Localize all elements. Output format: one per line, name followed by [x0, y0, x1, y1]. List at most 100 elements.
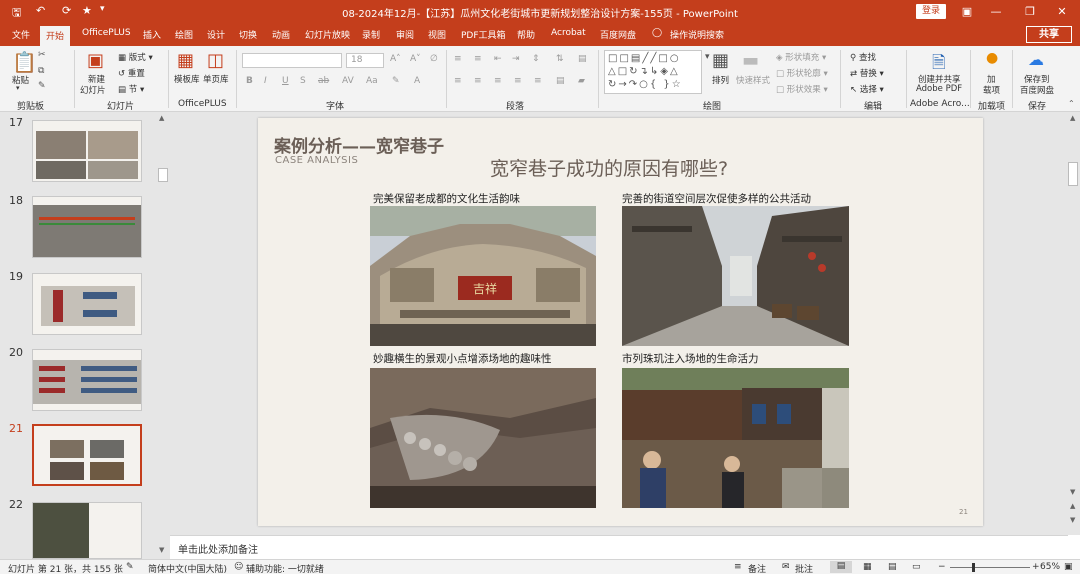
tab-record[interactable]: 录制 — [362, 28, 380, 41]
login-button[interactable]: 登录 — [916, 4, 946, 19]
baidu-drive-label[interactable]: 百度网盘 — [1020, 84, 1054, 96]
notes-placeholder[interactable]: 单击此处添加备注 — [178, 541, 258, 556]
tab-transitions[interactable]: 切换 — [239, 28, 257, 41]
single-page-library-label[interactable]: 单页库 — [203, 73, 229, 85]
single-page-library-icon[interactable]: ◫ — [207, 50, 224, 71]
photo-market[interactable] — [622, 368, 849, 508]
tab-help[interactable]: 帮助 — [517, 28, 535, 41]
shapes-gallery-more-icon[interactable]: ▾ — [705, 52, 710, 62]
new-slide-label-2[interactable]: 幻灯片 — [80, 84, 106, 96]
zoom-slider[interactable] — [950, 567, 1030, 568]
decrease-indent-icon[interactable]: ⇤ — [494, 54, 502, 64]
shape-effects-button[interactable]: □ 形状效果 ▾ — [776, 83, 828, 95]
char-spacing-icon[interactable]: AV — [342, 76, 354, 86]
increase-indent-icon[interactable]: ⇥ — [512, 54, 520, 64]
tab-slideshow[interactable]: 幻灯片放映 — [305, 28, 350, 41]
bullets-icon[interactable]: ≡ — [454, 54, 462, 64]
slide-sorter-icon[interactable]: ▦ — [863, 562, 872, 572]
slide-thumbnail-19[interactable] — [32, 273, 142, 335]
paste-label[interactable]: 粘贴 — [12, 74, 29, 86]
thumbnail-scrollbar[interactable]: ▲ ▼ — [157, 112, 169, 559]
shape-fill-button[interactable]: ◈ 形状填充 ▾ — [776, 51, 826, 63]
template-library-icon[interactable]: ▦ — [177, 50, 194, 71]
reading-view-icon[interactable]: ▤ — [888, 562, 897, 572]
find-button[interactable]: ⚲ 查找 — [850, 51, 876, 63]
tab-insert[interactable]: 插入 — [143, 28, 161, 41]
text-direction-icon[interactable]: ⇅ — [556, 54, 564, 64]
change-case-icon[interactable]: Aa — [366, 76, 378, 86]
decrease-font-icon[interactable]: A˅ — [410, 54, 421, 64]
share-button[interactable]: 共享 — [1026, 26, 1072, 43]
photo-street[interactable] — [622, 206, 849, 346]
tab-pdf-toolbox[interactable]: PDF工具箱 — [461, 28, 506, 41]
tab-acrobat[interactable]: Acrobat — [551, 28, 586, 38]
arrange-icon[interactable]: ▦ — [712, 50, 729, 71]
bold-icon[interactable]: B — [246, 76, 253, 86]
line-spacing-icon[interactable]: ⇕ — [532, 54, 540, 64]
increase-font-icon[interactable]: A˄ — [390, 54, 401, 64]
tab-design[interactable]: 设计 — [207, 28, 225, 41]
spellcheck-icon[interactable]: ✎ — [126, 562, 134, 572]
numbering-icon[interactable]: ≡ — [474, 54, 482, 64]
slide-thumbnail-21[interactable] — [32, 424, 142, 486]
font-name-input[interactable] — [242, 53, 342, 68]
zoom-level[interactable]: 65% — [1040, 562, 1060, 572]
cut-icon[interactable]: ✂ — [38, 50, 46, 60]
comments-icon[interactable]: ✉ — [782, 562, 790, 572]
baidu-cloud-icon[interactable]: ☁ — [1028, 50, 1044, 69]
scroll-down-icon[interactable]: ▼ — [159, 546, 164, 554]
minimize-icon[interactable]: — — [984, 2, 1008, 22]
quick-styles-label[interactable]: 快速样式 — [736, 74, 770, 86]
notes-toggle[interactable]: 备注 — [748, 562, 766, 574]
slideshow-icon[interactable]: ▭ — [912, 562, 921, 572]
slide-thumbnail-22[interactable] — [32, 502, 142, 559]
editor-scrollbar[interactable]: ▲ ▼ ▲ ▼ — [1067, 112, 1080, 535]
new-slide-icon[interactable]: ▣ — [87, 50, 104, 71]
paste-dropdown-icon[interactable]: ▾ — [16, 84, 20, 92]
align-right-icon[interactable]: ≡ — [494, 76, 502, 86]
highlight-icon[interactable]: ✎ — [392, 76, 400, 86]
language-indicator[interactable]: 简体中文(中国大陆) — [148, 562, 227, 574]
clear-format-icon[interactable]: ∅ — [430, 54, 438, 64]
notes-icon[interactable]: ≡ — [734, 562, 742, 572]
replace-button[interactable]: ⇄ 替换 ▾ — [850, 67, 884, 79]
slide-thumbnail-18[interactable] — [32, 196, 142, 258]
copy-icon[interactable]: ⧉ — [38, 66, 44, 76]
tab-baidu[interactable]: 百度网盘 — [600, 28, 636, 41]
tab-view[interactable]: 视图 — [428, 28, 446, 41]
next-slide-icon[interactable]: ▼ — [1070, 516, 1075, 524]
paste-icon[interactable]: 📋 — [12, 50, 37, 74]
slide-thumbnail-20[interactable] — [32, 349, 142, 411]
previous-slide-icon[interactable]: ▲ — [1070, 502, 1075, 510]
restore-icon[interactable]: ❐ — [1018, 2, 1042, 22]
section-button[interactable]: ▤ 节 ▾ — [118, 83, 144, 95]
slide-thumbnail-17[interactable] — [32, 120, 142, 182]
tab-home[interactable]: 开始 — [40, 26, 71, 46]
layout-button[interactable]: ▦ 版式 ▾ — [118, 51, 153, 63]
align-center-icon[interactable]: ≡ — [474, 76, 482, 86]
reset-button[interactable]: ↺ 重置 — [118, 67, 145, 79]
format-painter-icon[interactable]: ✎ — [38, 81, 46, 91]
template-library-label[interactable]: 模板库 — [174, 73, 200, 85]
distributed-icon[interactable]: ≡ — [534, 76, 542, 86]
align-text-icon[interactable]: ▤ — [578, 54, 587, 64]
notes-pane[interactable]: 单击此处添加备注 — [170, 535, 1068, 559]
strikethrough-icon[interactable]: ab — [318, 76, 329, 86]
collapse-ribbon-icon[interactable]: ⌃ — [1068, 99, 1075, 108]
font-size-input[interactable]: 18 — [346, 53, 384, 68]
select-button[interactable]: ↖ 选择 ▾ — [850, 83, 884, 95]
close-icon[interactable]: ✕ — [1050, 2, 1074, 22]
photo-stone-carving[interactable] — [370, 368, 596, 508]
columns-icon[interactable]: ▤ — [556, 76, 565, 86]
align-left-icon[interactable]: ≡ — [454, 76, 462, 86]
arrange-label[interactable]: 排列 — [712, 74, 729, 86]
zoom-in-icon[interactable]: + — [1032, 562, 1040, 572]
slide-canvas[interactable]: 案例分析——宽窄巷子 CASE ANALYSIS 宽窄巷子成功的原因有哪些? 完… — [258, 118, 983, 526]
justify-icon[interactable]: ≡ — [514, 76, 522, 86]
shadow-icon[interactable]: S — [300, 76, 306, 86]
addins-icon[interactable]: ● — [986, 50, 998, 66]
thumbnail-scroll-thumb[interactable] — [158, 168, 168, 182]
italic-icon[interactable]: I — [264, 76, 267, 86]
editor-scroll-thumb[interactable] — [1068, 162, 1078, 186]
adobe-pdf-label[interactable]: Adobe PDF — [916, 84, 962, 94]
